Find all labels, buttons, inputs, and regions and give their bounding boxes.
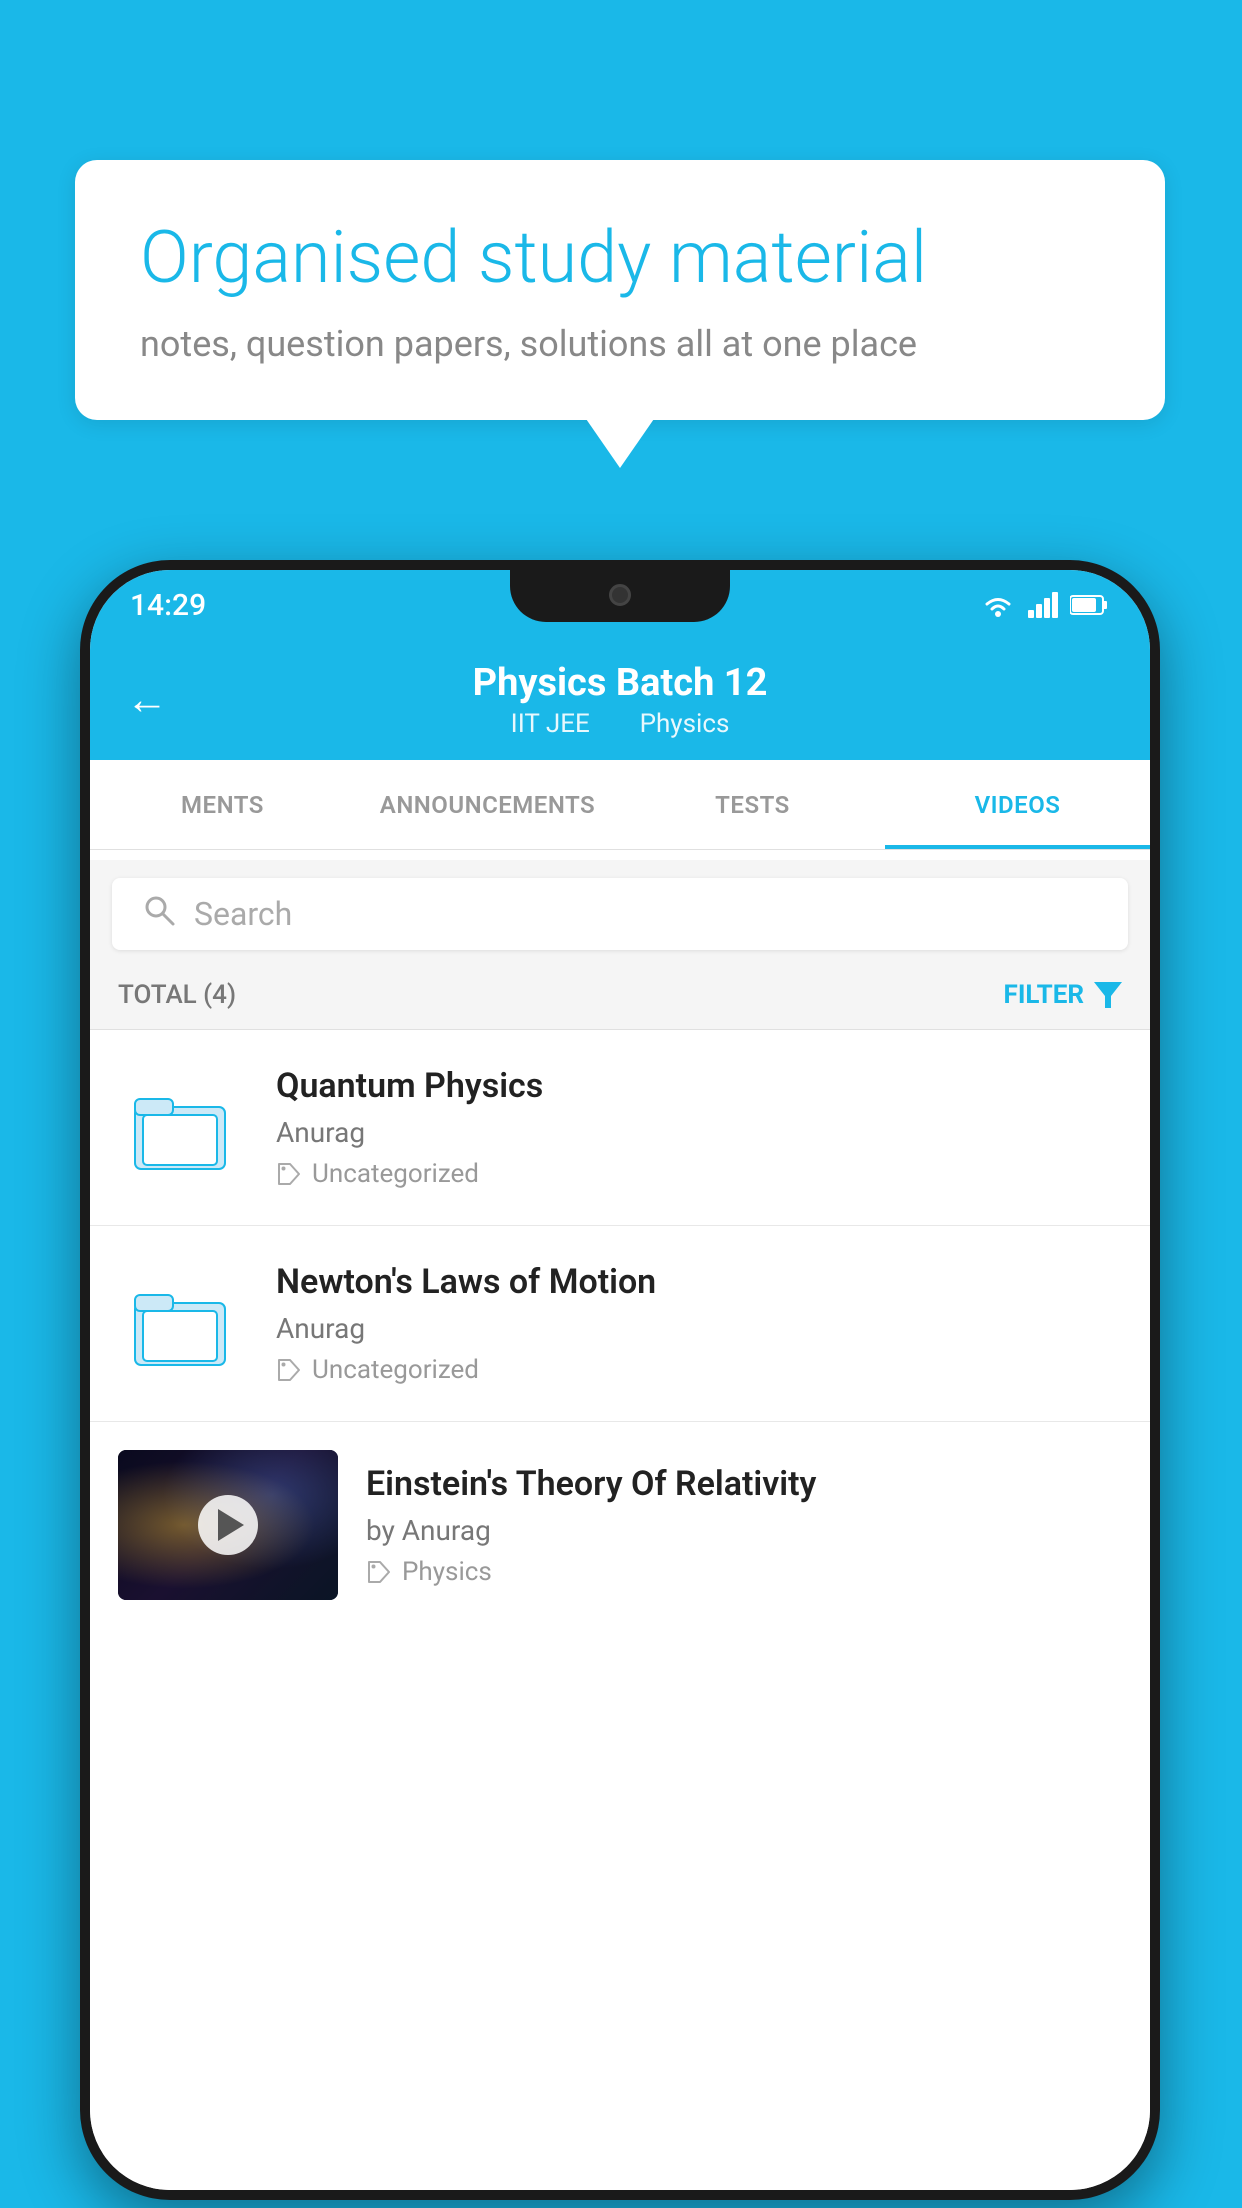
list-item[interactable]: Newton's Laws of Motion Anurag Uncategor… <box>90 1226 1150 1422</box>
play-icon <box>218 1509 244 1541</box>
header-subtitle: IIT JEE Physics <box>499 709 742 739</box>
header-title: Physics Batch 12 <box>473 661 768 705</box>
folder-icon-wrapper <box>118 1274 248 1374</box>
phone-notch <box>510 570 730 622</box>
tab-tests[interactable]: TESTS <box>620 760 885 849</box>
wifi-icon <box>980 592 1016 618</box>
video-info: Einstein's Theory Of Relativity by Anura… <box>366 1464 1122 1587</box>
filter-button[interactable]: FILTER <box>1004 980 1122 1010</box>
search-container: Search <box>90 860 1150 968</box>
tab-announcements[interactable]: ANNOUNCEMENTS <box>355 760 620 849</box>
search-icon <box>142 893 176 936</box>
video-info: Quantum Physics Anurag Uncategorized <box>276 1066 1122 1189</box>
filter-bar: TOTAL (4) FILTER <box>90 960 1150 1030</box>
tag-icon <box>276 1161 302 1187</box>
front-camera <box>609 584 631 606</box>
video-info: Newton's Laws of Motion Anurag Uncategor… <box>276 1262 1122 1385</box>
video-tag: Physics <box>366 1557 1122 1587</box>
video-tag: Uncategorized <box>276 1355 1122 1385</box>
list-item[interactable]: Einstein's Theory Of Relativity by Anura… <box>90 1422 1150 1628</box>
video-title: Quantum Physics <box>276 1066 1122 1106</box>
tag-icon <box>276 1357 302 1383</box>
video-tag: Uncategorized <box>276 1159 1122 1189</box>
battery-icon <box>1070 594 1110 616</box>
phone-frame: 14:29 <box>80 560 1160 2200</box>
total-count: TOTAL (4) <box>118 980 236 1010</box>
header-subtitle-iit: IIT JEE <box>511 709 590 739</box>
bubble-title: Organised study material <box>140 215 1100 301</box>
folder-icon <box>133 1085 233 1171</box>
video-thumbnail <box>118 1450 338 1600</box>
content-area: Quantum Physics Anurag Uncategorized <box>90 1030 1150 2190</box>
folder-icon <box>133 1281 233 1367</box>
signal-icon <box>1028 592 1058 618</box>
search-input-placeholder: Search <box>194 895 292 933</box>
speech-bubble: Organised study material notes, question… <box>75 160 1165 420</box>
video-title: Einstein's Theory Of Relativity <box>366 1464 1122 1504</box>
video-author: Anurag <box>276 1116 1122 1149</box>
play-button[interactable] <box>198 1495 258 1555</box>
filter-icon <box>1094 982 1122 1008</box>
header-subtitle-physics: Physics <box>640 709 730 739</box>
list-item[interactable]: Quantum Physics Anurag Uncategorized <box>90 1030 1150 1226</box>
back-button[interactable]: ← <box>126 676 168 725</box>
phone-screen: 14:29 <box>90 570 1150 2190</box>
folder-icon-wrapper <box>118 1078 248 1178</box>
tab-videos[interactable]: VIDEOS <box>885 760 1150 849</box>
bubble-subtitle: notes, question papers, solutions all at… <box>140 323 1100 365</box>
tabs-bar: MENTS ANNOUNCEMENTS TESTS VIDEOS <box>90 760 1150 850</box>
play-button-overlay <box>118 1450 338 1600</box>
status-icons <box>980 592 1110 618</box>
video-author: Anurag <box>276 1312 1122 1345</box>
search-bar[interactable]: Search <box>112 878 1128 950</box>
app-header: ← Physics Batch 12 IIT JEE Physics <box>90 640 1150 760</box>
status-time: 14:29 <box>130 588 206 623</box>
video-author: by Anurag <box>366 1514 1122 1547</box>
tag-icon <box>366 1559 392 1585</box>
tab-ments[interactable]: MENTS <box>90 760 355 849</box>
video-title: Newton's Laws of Motion <box>276 1262 1122 1302</box>
